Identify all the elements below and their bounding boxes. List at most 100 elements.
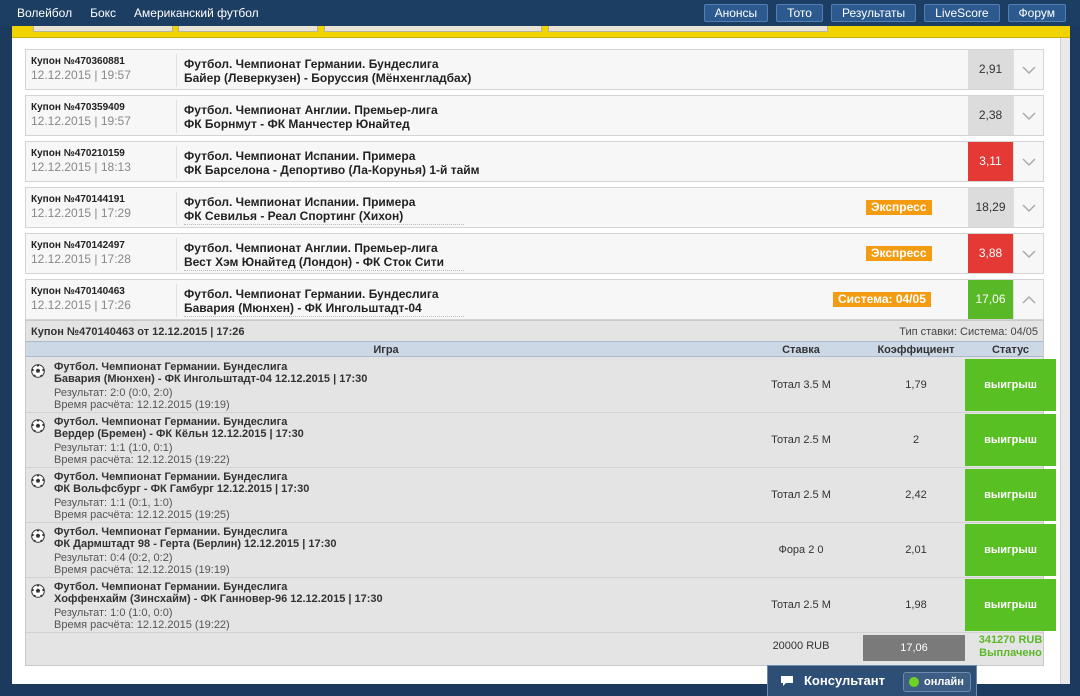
coupon-number: Купон №470210159: [31, 148, 125, 159]
sport-menu: Волейбол Бокс Американский футбол: [8, 0, 268, 26]
system-badge: Система: 04/05: [833, 292, 931, 307]
table-row: Футбол. Чемпионат Германии. Бундеслига Х…: [26, 578, 1056, 633]
coupon-number: Купон №470144191: [31, 194, 125, 205]
coupon-match: Бавария (Мюнхен) - ФК Ингольштадт-04: [184, 301, 422, 315]
coupon-row-expanded[interactable]: Купон №470140463 12.12.2015 | 17:26 Футб…: [25, 279, 1044, 320]
bet-league: Футбол. Чемпионат Германии. Бундеслига: [54, 361, 288, 373]
coupon-row[interactable]: Купон №470210159 12.12.2015 | 18:13 Футб…: [25, 141, 1044, 182]
consultant-widget[interactable]: Консультант онлайн: [767, 665, 977, 696]
coupon-number: Купон №470140463: [31, 286, 125, 297]
bet-league: Футбол. Чемпионат Германии. Бундеслига: [54, 581, 288, 593]
soccer-ball-icon: [31, 584, 45, 598]
coupon-odds: 2,38: [968, 96, 1013, 135]
bet-odds: 2,42: [905, 489, 927, 501]
filter-box[interactable]: [33, 26, 173, 32]
coupon-odds: 17,06: [968, 280, 1013, 319]
coupon-league: Футбол. Чемпионат Испании. Примера: [184, 195, 416, 209]
divider: [184, 270, 464, 271]
bet-type: Фора 2 0: [778, 544, 824, 556]
bet-match: Вердер (Бремен) - ФК Кёльн 12.12.2015 | …: [54, 428, 304, 440]
divider: [176, 146, 177, 179]
nav-results-button[interactable]: Результаты: [830, 4, 917, 22]
filter-strip: [12, 26, 1070, 38]
bet-type: Тотал 3.5 М: [771, 379, 831, 391]
coupon-odds: 18,29: [968, 188, 1013, 227]
bet-match: ФК Вольфсбург - ФК Гамбург 12.12.2015 | …: [54, 483, 310, 495]
detail-title: Купон №470140463 от 12.12.2015 | 17:26: [31, 326, 245, 338]
table-row: Футбол. Чемпионат Германии. Бундеслига Ф…: [26, 523, 1056, 578]
bet-result: Результат: 1:0 (1:0, 0:0): [54, 607, 173, 619]
nav-american-football[interactable]: Американский футбол: [134, 6, 259, 20]
total-stake: 20000 RUB: [772, 640, 830, 652]
column-header-odds: Коэффициент: [877, 344, 955, 356]
coupon-league: Футбол. Чемпионат Испании. Примера: [184, 149, 416, 163]
coupon-date: 12.12.2015 | 17:28: [31, 252, 131, 266]
coupon-date: 12.12.2015 | 17:29: [31, 206, 131, 220]
coupon-odds: 3,88: [968, 234, 1013, 273]
coupon-date: 12.12.2015 | 19:57: [31, 114, 131, 128]
bet-calc-time: Время расчёта: 12.12.2015 (19:19): [54, 564, 230, 576]
bet-league: Футбол. Чемпионат Германии. Бундеслига: [54, 416, 288, 428]
chevron-down-icon[interactable]: [1013, 234, 1043, 273]
detail-bet-type: Тип ставки: Система: 04/05: [899, 326, 1038, 338]
bet-calc-time: Время расчёта: 12.12.2015 (19:22): [54, 619, 230, 631]
coupon-match: ФК Севилья - Реал Спортинг (Хихон): [184, 209, 404, 223]
status-badge: выигрыш: [965, 359, 1056, 411]
bet-odds: 1,98: [905, 599, 927, 611]
online-status-button[interactable]: онлайн: [903, 672, 971, 692]
coupon-row[interactable]: Купон №470360881 12.12.2015 | 19:57 Футб…: [25, 49, 1044, 90]
chevron-up-icon[interactable]: [1013, 280, 1043, 319]
divider: [184, 224, 464, 225]
soccer-ball-icon: [31, 474, 45, 488]
coupon-row[interactable]: Купон №470359409 12.12.2015 | 19:57 Футб…: [25, 95, 1044, 136]
nav-announcements-button[interactable]: Анонсы: [703, 4, 769, 22]
coupon-league: Футбол. Чемпионат Англии. Премьер-лига: [184, 103, 438, 117]
soccer-ball-icon: [31, 529, 45, 543]
scrollbar[interactable]: [1060, 38, 1070, 684]
table-header: Игра Ставка Коэффициент Статус: [26, 341, 1043, 357]
table-row: Футбол. Чемпионат Германии. Бундеслига Ф…: [26, 468, 1056, 523]
payout: 341270 RUB Выплачено: [965, 634, 1056, 660]
filter-box[interactable]: [178, 26, 318, 32]
status-badge: выигрыш: [965, 579, 1056, 631]
bet-result: Результат: 0:4 (0:2, 0:2): [54, 552, 173, 564]
coupon-number: Купон №470360881: [31, 56, 125, 67]
express-badge: Экспресс: [866, 246, 932, 261]
coupon-row[interactable]: Купон №470144191 12.12.2015 | 17:29 Футб…: [25, 187, 1044, 228]
chevron-down-icon[interactable]: [1013, 50, 1043, 89]
chevron-down-icon[interactable]: [1013, 142, 1043, 181]
nav-volleyball[interactable]: Волейбол: [17, 6, 72, 20]
table-row: Футбол. Чемпионат Германии. Бундеслига Б…: [26, 358, 1056, 413]
bet-result: Результат: 1:1 (0:1, 1:0): [54, 497, 173, 509]
bet-match: ФК Дармштадт 98 - Герта (Берлин) 12.12.2…: [54, 538, 337, 550]
coupon-match: ФК Борнмут - ФК Манчестер Юнайтед: [184, 117, 410, 131]
bet-type: Тотал 2.5 М: [771, 434, 831, 446]
bet-type: Тотал 2.5 М: [771, 599, 831, 611]
bet-type: Тотал 2.5 М: [771, 489, 831, 501]
chevron-down-icon[interactable]: [1013, 188, 1043, 227]
bet-calc-time: Время расчёта: 12.12.2015 (19:25): [54, 509, 230, 521]
soccer-ball-icon: [31, 419, 45, 433]
bet-result: Результат: 2:0 (0:0, 2:0): [54, 387, 173, 399]
nav-boxing[interactable]: Бокс: [90, 6, 116, 20]
divider: [176, 54, 177, 87]
express-badge: Экспресс: [866, 200, 932, 215]
nav-livescore-button[interactable]: LiveScore: [924, 4, 1000, 22]
filter-box[interactable]: [324, 26, 542, 32]
consultant-label: Консультант: [804, 673, 885, 688]
coupon-league: Футбол. Чемпионат Германии. Бундеслига: [184, 287, 439, 301]
nav-forum-button[interactable]: Форум: [1007, 4, 1066, 22]
filter-box[interactable]: [548, 26, 828, 32]
bet-calc-time: Время расчёта: 12.12.2015 (19:19): [54, 399, 230, 411]
payout-status: Выплачено: [979, 647, 1042, 659]
online-dot-icon: [909, 677, 919, 687]
chat-bubble-icon: [781, 676, 793, 686]
soccer-ball-icon: [31, 364, 45, 378]
divider: [176, 238, 177, 271]
coupon-row[interactable]: Купон №470142497 12.12.2015 | 17:28 Футб…: [25, 233, 1044, 274]
coupon-league: Футбол. Чемпионат Германии. Бундеслига: [184, 57, 439, 71]
chevron-down-icon[interactable]: [1013, 96, 1043, 135]
bet-odds: 2,01: [905, 544, 927, 556]
status-badge: выигрыш: [965, 414, 1056, 466]
nav-toto-button[interactable]: Тото: [776, 4, 823, 22]
